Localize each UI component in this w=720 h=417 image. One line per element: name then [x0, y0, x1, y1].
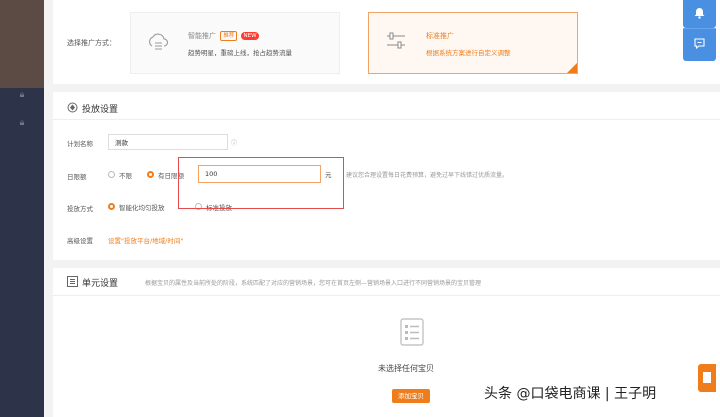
option-standard-promotion[interactable]: 标准推广 根据系统方案进行自定义调整	[368, 12, 578, 74]
advanced-settings-label: 高级设置	[67, 237, 93, 245]
lock-icon[interactable]: 🔒︎	[0, 118, 44, 128]
option-smart-promotion[interactable]: 智能推广 推荐 NEW 趋势明星，重磅上线，抢占趋势流量	[130, 12, 340, 74]
smart-promotion-icon	[149, 33, 169, 50]
no-limit-text: 不限	[119, 172, 132, 180]
message-button[interactable]	[683, 28, 716, 61]
promotion-card: 选择推广方式： 智能推广 推荐 NEW 趋势明星，重磅上线，抢占趋势流量 标准推…	[53, 0, 720, 84]
bell-icon	[694, 8, 705, 19]
smart-promotion-title: 智能推广 推荐 NEW	[188, 31, 259, 41]
daily-limit-label: 日限额	[67, 173, 87, 181]
smart-promotion-desc: 趋势明星，重磅上线，抢占趋势流量	[188, 49, 292, 57]
has-limit-radio[interactable]	[147, 171, 154, 178]
delivery-settings-title: 投放设置	[82, 105, 119, 115]
divider	[53, 119, 720, 120]
unit-settings-title: 单元设置	[82, 279, 119, 289]
watermark: 头条 @口袋电商课 | 王子明	[484, 386, 657, 402]
daily-limit-hint: 建议您合理设置每日花费预算，避免过早下线错过优质流量。	[346, 172, 509, 179]
selected-corner-icon	[567, 63, 577, 73]
advanced-settings-link[interactable]: 设置"投放平台/地域/时间"	[108, 235, 183, 245]
sidebar-top	[0, 0, 44, 88]
empty-state-text: 未选择任何宝贝	[378, 364, 434, 373]
sidebar: 🔒︎ 🔒︎	[0, 88, 44, 417]
method-label: 投放方式	[67, 205, 93, 213]
document-icon	[703, 372, 711, 383]
notification-button[interactable]	[683, 0, 716, 28]
new-badge: NEW	[241, 32, 259, 40]
smart-method-text: 智能化均匀投放	[119, 204, 165, 212]
settings-circle-icon	[67, 102, 78, 113]
plan-name-label: 计划名称	[67, 140, 93, 148]
feedback-tab[interactable]	[698, 364, 716, 392]
divider	[53, 295, 720, 296]
recommend-badge: 推荐	[220, 31, 238, 41]
settings-sliders-icon	[387, 32, 405, 49]
no-limit-radio[interactable]	[108, 171, 115, 178]
empty-document-icon	[400, 318, 424, 346]
plan-name-input[interactable]: 测款	[108, 134, 228, 150]
delivery-settings-card: 投放设置 计划名称 测款 ⓘ 日限额 不限 有日限额 100 元 建议您合理设置…	[53, 92, 720, 260]
smart-method-radio[interactable]	[108, 203, 115, 210]
chat-icon	[694, 38, 705, 49]
list-icon	[67, 276, 78, 287]
smart-promotion-title-text: 智能推广	[188, 32, 216, 40]
unit-settings-desc: 根据宝贝的属性及当前所处的阶段，系统匹配了对应的营销场景，您可在首页左侧—营销场…	[145, 280, 482, 287]
standard-promotion-title: 标准推广	[426, 32, 454, 40]
promotion-label: 选择推广方式：	[67, 39, 116, 47]
help-icon[interactable]: ⓘ	[231, 138, 237, 147]
highlight-box	[178, 157, 344, 209]
lock-icon[interactable]: 🔒︎	[0, 90, 44, 100]
standard-promotion-desc: 根据系统方案进行自定义调整	[426, 49, 511, 57]
add-item-button[interactable]: 添加宝贝	[392, 389, 430, 403]
